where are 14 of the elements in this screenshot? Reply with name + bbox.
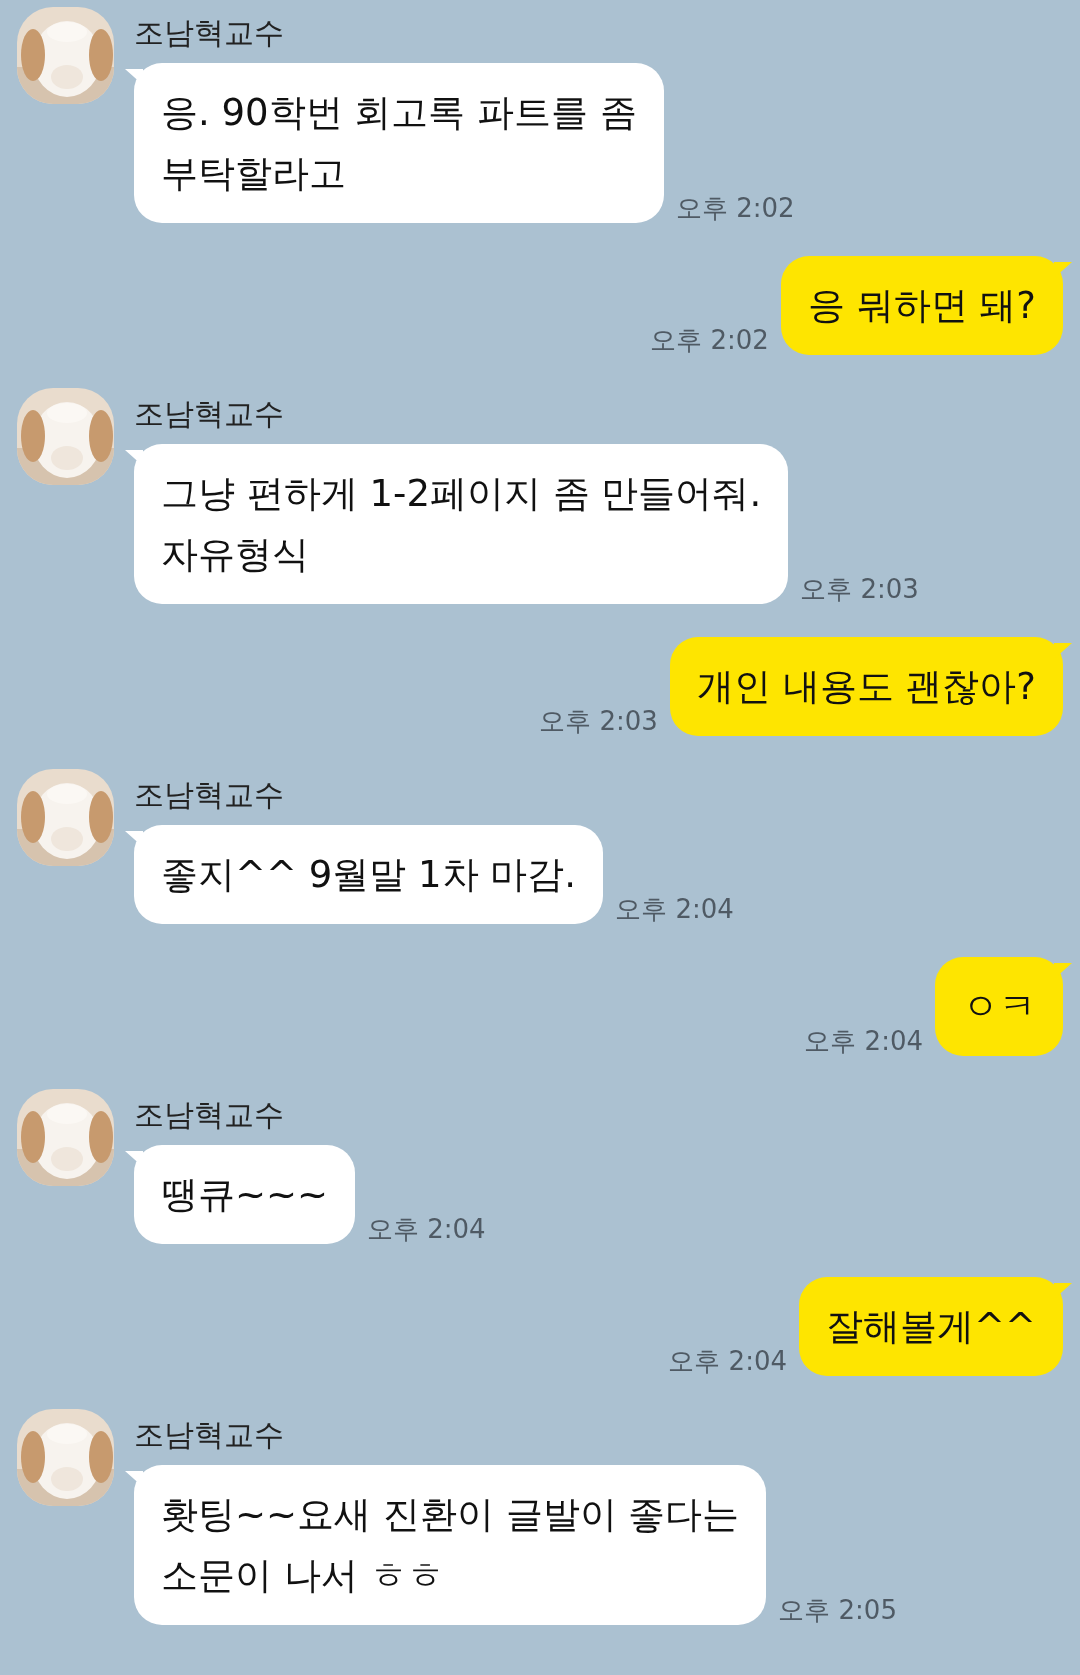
message-time: 오후 2:04 — [615, 894, 734, 924]
message-time: 오후 2:05 — [778, 1595, 897, 1625]
sender-name: 조남혁교수 — [134, 395, 285, 433]
message-time: 오후 2:04 — [668, 1346, 787, 1376]
message-time: 오후 2:02 — [675, 193, 795, 223]
sender-name: 조남혁교수 — [134, 1416, 285, 1454]
sender-name: 조남혁교수 — [134, 14, 285, 52]
message-time: 오후 2:03 — [800, 574, 919, 604]
message-time: 오후 2:04 — [367, 1214, 486, 1244]
sender-name: 조남혁교수 — [134, 1096, 285, 1134]
message-time: 오후 2:02 — [650, 325, 769, 355]
sender-name: 조남혁교수 — [134, 776, 285, 814]
message-time: 오후 2:03 — [539, 706, 658, 736]
message-time: 오후 2:04 — [804, 1026, 923, 1056]
